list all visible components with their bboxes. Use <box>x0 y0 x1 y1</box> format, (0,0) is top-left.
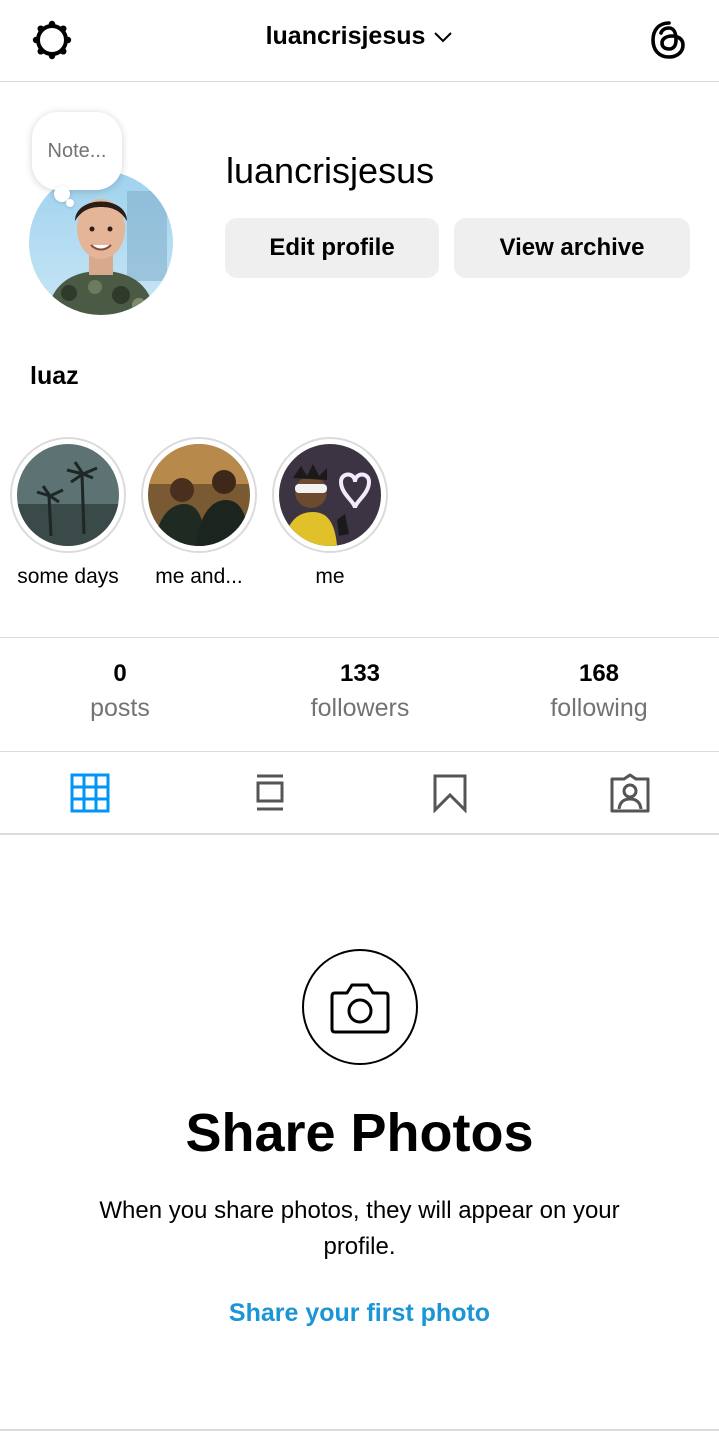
threads-icon <box>651 21 685 59</box>
highlight-item[interactable]: me and... <box>141 437 257 589</box>
profile-avatar-button[interactable] <box>29 171 173 315</box>
divider <box>0 637 719 638</box>
edit-profile-button[interactable]: Edit profile <box>225 218 439 278</box>
highlight-ring <box>272 437 388 553</box>
stat-following[interactable]: 168 following <box>479 660 719 723</box>
tab-grid[interactable] <box>0 752 180 834</box>
tab-tagged[interactable] <box>540 752 719 834</box>
highlight-label: some days <box>17 565 119 588</box>
view-archive-button[interactable]: View archive <box>454 218 690 278</box>
stat-value: 168 <box>578 660 620 687</box>
stat-label: followers <box>310 694 410 722</box>
bookmark-icon <box>433 774 467 813</box>
chevron-down-icon <box>434 31 453 42</box>
grid-icon <box>70 773 110 813</box>
tab-saved[interactable] <box>360 752 540 834</box>
note-placeholder: Note... <box>47 139 107 162</box>
tagged-icon <box>610 773 650 813</box>
tab-divider <box>0 833 719 835</box>
highlight-cover <box>17 444 119 546</box>
top-bar: luancrisjesus <box>0 0 719 82</box>
share-first-photo-link[interactable]: Share your first photo <box>0 1299 719 1328</box>
note-bubble[interactable]: Note... <box>32 112 122 190</box>
profile-username: luancrisjesus <box>226 150 435 191</box>
stat-posts[interactable]: 0 posts <box>0 660 240 723</box>
stat-followers[interactable]: 133 followers <box>240 660 480 723</box>
camera-circle <box>302 949 418 1065</box>
threads-button[interactable] <box>645 16 693 64</box>
feed-icon <box>256 774 284 811</box>
stat-value: 133 <box>339 660 381 687</box>
stat-label: following <box>550 694 648 722</box>
avatar <box>29 171 173 315</box>
account-switcher[interactable]: luancrisjesus <box>0 22 719 51</box>
highlight-item[interactable]: me <box>272 437 388 589</box>
highlight-ring <box>141 437 257 553</box>
header-username: luancrisjesus <box>265 22 426 50</box>
camera-icon <box>330 983 390 1034</box>
highlight-cover <box>279 444 381 546</box>
note-bubble-tail-small <box>66 199 74 207</box>
tab-feed[interactable] <box>180 752 360 834</box>
highlight-label: me <box>315 565 345 588</box>
display-name: luaz <box>30 362 79 390</box>
stat-value: 0 <box>113 660 127 687</box>
highlight-cover <box>148 444 250 546</box>
highlight-item[interactable]: some days <box>10 437 126 589</box>
highlight-label: me and... <box>155 565 243 588</box>
empty-state-title: Share Photos <box>185 1103 534 1163</box>
stat-label: posts <box>90 694 150 722</box>
highlight-ring <box>10 437 126 553</box>
empty-state-subtitle: When you share photos, they will appear … <box>99 1197 620 1260</box>
